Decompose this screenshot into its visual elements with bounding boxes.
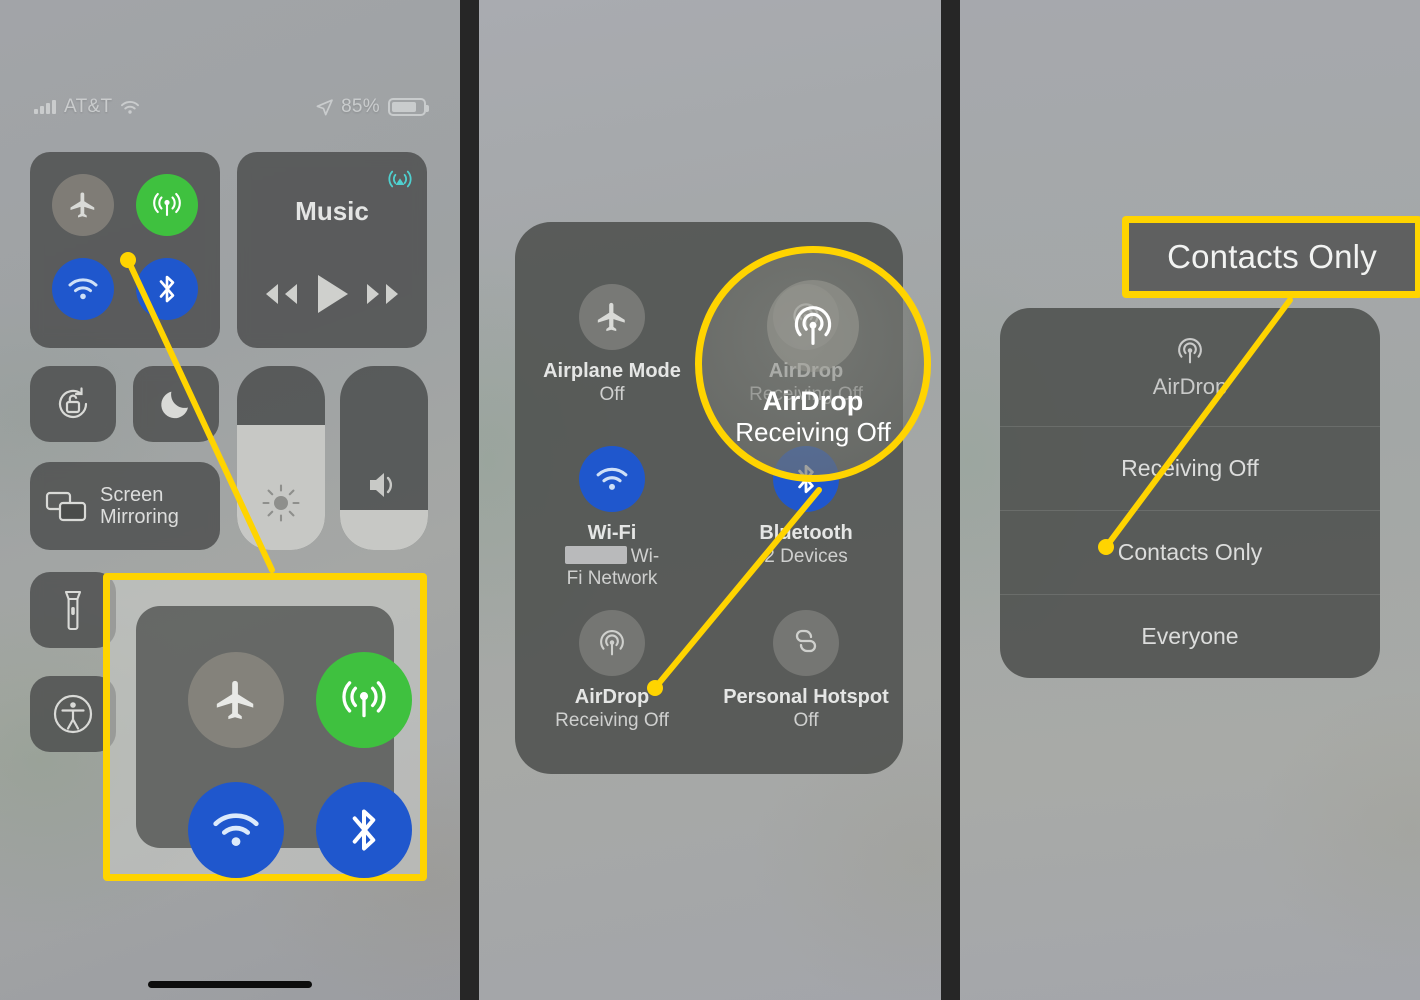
wifi-icon bbox=[120, 100, 140, 115]
wifi-status-line2: Fi Network bbox=[566, 568, 658, 589]
wifi-toggle[interactable] bbox=[52, 258, 114, 320]
cellular-antenna-icon bbox=[339, 675, 389, 725]
redacted-network-name bbox=[564, 545, 627, 564]
airdrop-menu-header: AirDrop bbox=[1000, 308, 1380, 426]
rotation-lock-button[interactable] bbox=[30, 366, 116, 442]
wifi-cell[interactable]: Wi-Fi Wi- Fi Network bbox=[515, 446, 709, 590]
bluetooth-name: Bluetooth bbox=[759, 522, 853, 544]
connectivity-module[interactable] bbox=[30, 152, 220, 348]
airplane-mode-name: Airplane Mode bbox=[543, 360, 681, 382]
airplay-audio-icon[interactable] bbox=[387, 166, 413, 192]
bluetooth-icon bbox=[156, 273, 178, 305]
three-panel-walkthrough: AT&T 85% Music Screen Mirroring Airplane… bbox=[0, 0, 1420, 1000]
moon-icon bbox=[157, 385, 195, 423]
hotspot-icon bbox=[773, 610, 839, 676]
airdrop-status: Receiving Off bbox=[555, 709, 669, 731]
magnifier-title: AirDrop bbox=[762, 386, 864, 416]
airdrop-icon bbox=[767, 280, 859, 372]
airdrop-icon bbox=[579, 610, 645, 676]
airplane-icon bbox=[213, 677, 259, 723]
airplane-icon bbox=[579, 284, 645, 350]
panel-expanded-connectivity: Airplane Mode Off AirDrop Receiving Off bbox=[479, 0, 941, 1000]
accessibility-icon bbox=[51, 692, 95, 736]
airdrop-cell[interactable]: AirDrop Receiving Off bbox=[515, 610, 709, 732]
airdrop-options-sheet: AirDrop Receiving Off Contacts Only Ever… bbox=[1000, 308, 1380, 678]
bluetooth-toggle[interactable] bbox=[136, 258, 198, 320]
contacts-only-callout: Contacts Only bbox=[1122, 216, 1420, 298]
airdrop-name: AirDrop bbox=[574, 686, 650, 708]
contacts-only-callout-label: Contacts Only bbox=[1167, 238, 1377, 275]
panel-divider-1 bbox=[460, 0, 479, 1000]
rotation-lock-icon bbox=[52, 383, 94, 425]
speaker-volume-icon bbox=[340, 468, 428, 502]
connectivity-zoom-callout bbox=[103, 573, 427, 881]
zoom-airplane-toggle[interactable] bbox=[188, 652, 284, 748]
mirror-line-2: Mirroring bbox=[100, 506, 179, 528]
airdrop-option-receiving-off[interactable]: Receiving Off bbox=[1000, 426, 1380, 510]
airplane-mode-cell[interactable]: Airplane Mode Off bbox=[515, 284, 709, 406]
fast-forward-icon[interactable] bbox=[363, 279, 407, 309]
brightness-sun-icon bbox=[237, 482, 325, 524]
wifi-icon bbox=[579, 446, 645, 512]
battery-icon bbox=[388, 98, 429, 116]
carrier-label: AT&T bbox=[64, 96, 113, 117]
music-widget[interactable]: Music bbox=[237, 152, 427, 348]
battery-percent-label: 85% bbox=[341, 96, 380, 117]
location-arrow-icon bbox=[316, 98, 333, 116]
airdrop-menu-title: AirDrop bbox=[1152, 374, 1228, 399]
play-icon[interactable] bbox=[312, 272, 352, 316]
screen-mirroring-button[interactable]: Screen Mirroring bbox=[30, 462, 220, 550]
cellular-data-toggle[interactable] bbox=[136, 174, 198, 236]
volume-slider[interactable] bbox=[340, 366, 428, 550]
zoom-cellular-toggle[interactable] bbox=[316, 652, 412, 748]
airplane-icon bbox=[68, 190, 98, 220]
music-title: Music bbox=[295, 196, 369, 226]
option-label: Receiving Off bbox=[1121, 455, 1259, 481]
airdrop-option-contacts-only[interactable]: Contacts Only bbox=[1000, 510, 1380, 594]
zoom-wifi-toggle[interactable] bbox=[188, 782, 284, 878]
wifi-network-status: Wi- Fi Network bbox=[515, 545, 709, 591]
hotspot-status: Off bbox=[793, 709, 819, 731]
airdrop-magnifier-callout: AirDrop Receiving Off bbox=[695, 246, 931, 482]
wifi-icon bbox=[211, 811, 261, 849]
panel-control-center-overview: AT&T 85% Music Screen Mirroring bbox=[0, 0, 460, 1000]
zoom-bluetooth-toggle[interactable] bbox=[316, 782, 412, 878]
home-indicator bbox=[148, 981, 312, 988]
personal-hotspot-cell[interactable]: Personal Hotspot Off bbox=[709, 610, 903, 732]
bluetooth-status: 2 Devices bbox=[764, 545, 848, 567]
panel-divider-2 bbox=[941, 0, 960, 1000]
volume-fill bbox=[340, 509, 428, 550]
option-label: Everyone bbox=[1141, 623, 1239, 649]
music-transport-controls[interactable] bbox=[237, 272, 427, 316]
airplane-mode-status: Off bbox=[599, 383, 625, 405]
hotspot-name: Personal Hotspot bbox=[723, 686, 889, 708]
do-not-disturb-button[interactable] bbox=[133, 366, 219, 442]
cellular-antenna-icon bbox=[151, 189, 183, 221]
screen-mirroring-icon bbox=[44, 487, 88, 525]
wifi-icon bbox=[67, 277, 99, 301]
mirror-line-1: Screen bbox=[100, 483, 164, 506]
rewind-icon[interactable] bbox=[257, 279, 301, 309]
airplane-mode-toggle[interactable] bbox=[52, 174, 114, 236]
airdrop-icon bbox=[1173, 334, 1207, 368]
magnifier-subtitle: Receiving Off bbox=[735, 417, 891, 448]
wifi-name: Wi-Fi bbox=[587, 522, 637, 544]
screen-mirroring-label: Screen Mirroring bbox=[100, 484, 179, 529]
option-label: Contacts Only bbox=[1117, 539, 1263, 565]
bluetooth-icon bbox=[347, 805, 381, 855]
panel-airdrop-options: AirDrop Receiving Off Contacts Only Ever… bbox=[960, 0, 1420, 1000]
status-bar: AT&T 85% bbox=[0, 96, 460, 118]
wifi-status-suffix: Wi- bbox=[630, 545, 660, 567]
flashlight-icon bbox=[62, 588, 84, 632]
cellular-bars-icon bbox=[34, 100, 56, 114]
brightness-slider[interactable] bbox=[237, 366, 325, 550]
connectivity-zoom-module bbox=[136, 606, 412, 878]
airdrop-option-everyone[interactable]: Everyone bbox=[1000, 594, 1380, 678]
